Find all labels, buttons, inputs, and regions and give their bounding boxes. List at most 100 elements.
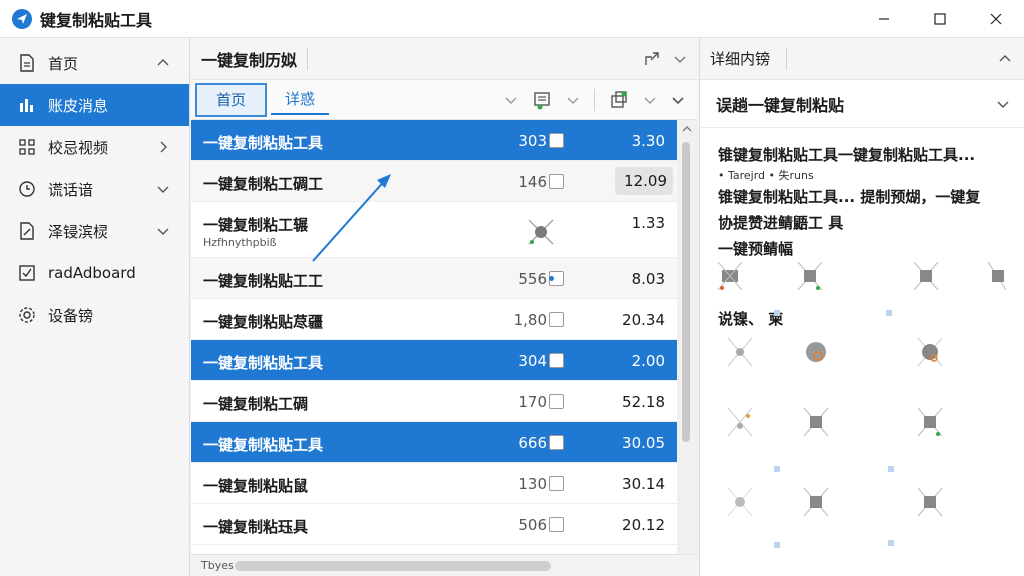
- history-toolbar: 首页 详惑: [191, 80, 697, 120]
- row-value: 30.14: [622, 475, 665, 493]
- chevron-down-icon[interactable]: [566, 93, 580, 107]
- copy-icon[interactable]: [609, 90, 629, 110]
- sidebar-item-home[interactable]: 首页: [0, 42, 189, 84]
- sidebar-item-label: 账皮消息: [48, 96, 109, 115]
- chevron-up-icon[interactable]: [681, 124, 693, 134]
- row-count: 170: [518, 393, 547, 411]
- table-row[interactable]: 一键复制粘工碉工 146 12.09: [191, 161, 677, 202]
- minimize-button[interactable]: [856, 0, 912, 38]
- sidebar-item-label: radAdboard: [48, 264, 136, 282]
- table-row[interactable]: 一键复制粘贴工具 304 2.00: [191, 340, 677, 381]
- sidebar: 首页 账皮消息 校忌视频 谎话谙 泽锓滨棂 radAdboard 设备镑: [0, 38, 190, 576]
- details-title: 详细内镑: [710, 50, 771, 68]
- chevron-down-icon[interactable]: [643, 93, 657, 107]
- tab-home[interactable]: 首页: [195, 82, 267, 117]
- sidebar-item-dashboard[interactable]: radAdboard: [0, 252, 189, 294]
- row-checkbox[interactable]: [549, 271, 564, 286]
- row-checkbox[interactable]: [549, 312, 564, 327]
- detail-meta: • Tarejrd • 失runs: [718, 169, 814, 182]
- row-checkbox[interactable]: [549, 394, 564, 409]
- horizontal-scrollbar[interactable]: Tbyes: [191, 554, 697, 576]
- clock-icon: [18, 180, 36, 198]
- grid-icon: [18, 138, 36, 156]
- detail-line: 一键预鲭幅: [718, 240, 794, 258]
- table-row[interactable]: 一键复制粘工辗 Hzfhnythpbiß 1.33: [191, 202, 677, 258]
- row-value: 52.18: [622, 393, 665, 411]
- row-subtitle: Hzfhnythpbiß: [203, 236, 277, 249]
- marker-icon: [774, 466, 780, 472]
- maximize-button[interactable]: [912, 0, 968, 38]
- sidebar-item-history[interactable]: 谎话谙: [0, 168, 189, 210]
- history-list: 一键复制粘贴工具 303 3.30 一键复制粘工碉工 146 12.09 一键复…: [191, 120, 677, 545]
- chevron-up-icon[interactable]: [998, 52, 1012, 66]
- row-count: 130: [518, 475, 547, 493]
- section-title: 误趟一键复制粘贴: [716, 95, 845, 115]
- document-icon: [18, 54, 36, 72]
- row-value: 30.05: [622, 434, 665, 452]
- scrollbar-thumb[interactable]: [235, 561, 551, 571]
- sidebar-item-label: 设备镑: [48, 306, 94, 325]
- sidebar-item-label: 校忌视频: [48, 138, 109, 157]
- row-checkbox[interactable]: [549, 517, 564, 532]
- table-row[interactable]: 一键复制粘贴鼠 130 30.14: [191, 463, 677, 504]
- chevron-down-icon: [157, 228, 169, 235]
- sidebar-item-settings[interactable]: 设备镑: [0, 294, 189, 336]
- table-row[interactable]: 一键复制粘工碉 170 52.18: [191, 381, 677, 422]
- checkbox-icon: [18, 264, 36, 282]
- export-icon[interactable]: [643, 50, 661, 68]
- row-checkbox[interactable]: [549, 133, 564, 148]
- history-title: 一键复制历姒: [201, 50, 298, 70]
- row-value: 20.34: [622, 311, 665, 329]
- sidebar-item-label: 首页: [48, 54, 79, 73]
- sidebar-item-video[interactable]: 校忌视频: [0, 126, 189, 168]
- more-dropdown-icon[interactable]: [671, 93, 685, 107]
- sidebar-item-label: 泽锓滨棂: [48, 222, 109, 241]
- table-row[interactable]: 一键复制粘珏具 506 20.12: [191, 504, 677, 545]
- app-title: 键复制粘贴工具: [40, 10, 153, 30]
- status-label: Tbyes: [201, 559, 234, 572]
- tab-details[interactable]: 详惑: [271, 85, 330, 115]
- gear-icon: [18, 306, 36, 324]
- sidebar-item-messages[interactable]: 账皮消息: [0, 84, 189, 126]
- close-button[interactable]: [968, 0, 1024, 38]
- row-checkbox[interactable]: [549, 353, 564, 368]
- row-count: 666: [518, 434, 547, 452]
- vertical-scrollbar[interactable]: [677, 120, 697, 576]
- table-row[interactable]: 一键复制粘贴工工 556 8.03: [191, 258, 677, 299]
- chevron-down-icon[interactable]: [996, 97, 1010, 111]
- row-checkbox[interactable]: [549, 435, 564, 450]
- row-checkbox[interactable]: [549, 476, 564, 491]
- chevron-down-icon[interactable]: [504, 93, 518, 107]
- row-count: 303: [518, 132, 547, 150]
- row-name: 一键复制粘工碉: [203, 395, 309, 413]
- table-row[interactable]: 一键复制粘贴工具 666 30.05: [191, 422, 677, 463]
- title-bar: 键复制粘贴工具: [0, 0, 1024, 38]
- sidebar-item-edit[interactable]: 泽锓滨棂: [0, 210, 189, 252]
- details-panel: 详细内镑 误趟一键复制粘贴 锥键复制粘贴工具一键复制粘贴工具... • Tare…: [699, 38, 1024, 576]
- sidebar-item-label: 谎话谙: [48, 180, 94, 199]
- icon-grid-row: [727, 338, 943, 367]
- icon-grid-row: [718, 262, 1007, 291]
- chevron-down-icon[interactable]: [673, 52, 687, 66]
- row-count: 556: [518, 270, 547, 288]
- row-count: 146: [518, 173, 547, 191]
- table-row[interactable]: 一键复制粘贴荩疆 1,80 20.34: [191, 299, 677, 340]
- detail-line: 锥键复制粘贴工具一键复制粘贴工具...: [718, 146, 976, 164]
- chevron-up-icon: [157, 59, 169, 66]
- row-count: 1,80: [513, 311, 547, 329]
- marker-icon: [888, 540, 894, 546]
- details-section-header[interactable]: 误趟一键复制粘贴: [700, 80, 1024, 128]
- history-panel: 一键复制历姒 首页 详惑 一键复制粘贴工具 303 3.30 一键复制粘工碉工: [191, 38, 697, 576]
- scrollbar-thumb[interactable]: [682, 142, 690, 442]
- marker-icon: [886, 310, 892, 316]
- row-name: 一键复制粘贴工工: [203, 272, 324, 290]
- table-row[interactable]: 一键复制粘贴工具 303 3.30: [191, 120, 677, 161]
- icon-grid-row: [727, 408, 943, 437]
- save-icon[interactable]: [532, 90, 552, 110]
- details-header: 详细内镑: [700, 38, 1024, 80]
- row-name: 一键复制粘贴荩疆: [203, 313, 324, 331]
- row-value: 1.33: [631, 214, 665, 232]
- row-checkbox[interactable]: [549, 174, 564, 189]
- chevron-down-icon: [157, 186, 169, 193]
- marker-icon: [774, 310, 780, 316]
